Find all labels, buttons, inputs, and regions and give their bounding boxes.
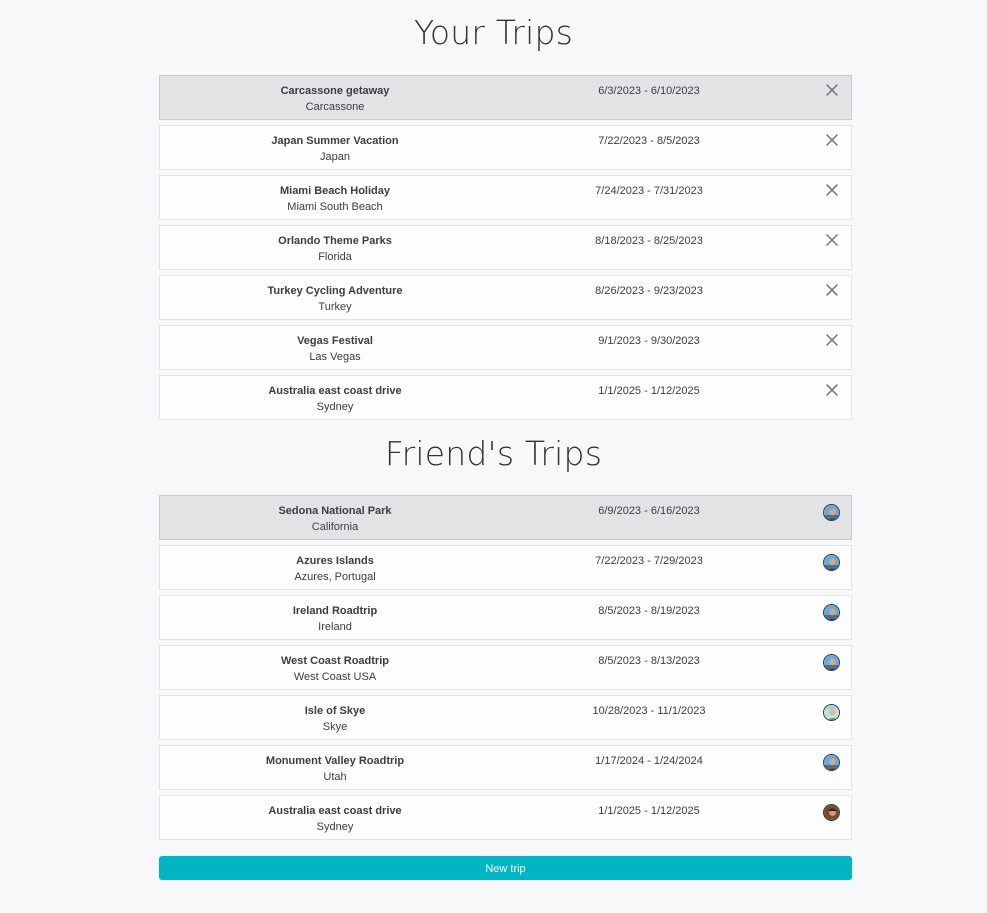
trip-name: Isle of Skye [304,705,366,717]
trip-destination: Sydney [316,401,354,413]
trip-destination: Miami South Beach [287,201,383,213]
trip-destination: Azures, Portugal [294,571,376,583]
trip-row[interactable]: Miami Beach Holiday Miami South Beach 7/24… [159,175,852,220]
close-icon[interactable] [824,82,840,98]
trip-destination: Carcassone [305,101,365,113]
trip-destination: Utah [323,771,347,783]
close-icon[interactable] [824,132,840,148]
friend-avatar-icon [823,804,840,821]
trip-row[interactable]: Isle of Skye Skye 10/28/2023 - 11/1/2023 [159,695,852,740]
trip-info: Turkey Cycling Adventure Turkey [160,283,510,315]
your-trips-title: Your Trips [413,13,574,52]
close-icon[interactable] [824,282,840,298]
trips-page: Your Trips Carcassone getaway Carcassone 6… [0,0,987,913]
new-trip-button[interactable]: New trip [159,856,852,880]
trip-dates: 8/26/2023 - 9/23/2023 [595,285,703,297]
trip-dates: 8/18/2023 - 8/25/2023 [595,235,703,247]
trip-row[interactable]: Japan Summer Vacation Japan 7/22/2023 - 8/… [159,125,852,170]
trip-info: Miami Beach Holiday Miami South Beach [160,183,510,215]
friend-avatar-icon [823,554,840,571]
trip-name: Turkey Cycling Adventure [267,285,403,297]
trip-dates: 7/22/2023 - 7/29/2023 [595,555,703,567]
trip-row[interactable]: Ireland Roadtrip Ireland 8/5/2023 - 8/19/2… [159,595,852,640]
trip-dates: 8/5/2023 - 8/19/2023 [598,605,700,617]
trip-dates: 6/9/2023 - 6/16/2023 [598,505,700,517]
trip-dates: 7/22/2023 - 8/5/2023 [598,135,700,147]
trip-name: Azures Islands [296,555,374,567]
trip-name: Sedona National Park [278,505,392,517]
trip-info: Orlando Theme Parks Florida [160,233,510,265]
trip-info: Azures Islands Azures, Portugal [160,553,510,585]
friends-trips-list: Sedona National Park California 6/9/2023 -… [159,495,852,845]
trip-info: Ireland Roadtrip Ireland [160,603,510,635]
trip-info: Australia east coast drive Sydney [160,383,510,415]
trip-destination: Florida [318,251,352,263]
trip-info: Australia east coast drive Sydney [160,803,510,835]
trip-info: Isle of Skye Skye [160,703,510,735]
trip-name: Monument Valley Roadtrip [265,755,405,767]
trip-row[interactable]: Turkey Cycling Adventure Turkey 8/26/2023 … [159,275,852,320]
trip-destination: Las Vegas [309,351,361,363]
trip-dates: 8/5/2023 - 8/13/2023 [598,655,700,667]
trip-name: Japan Summer Vacation [271,135,399,147]
trip-destination: California [311,521,359,533]
friend-avatar-icon [823,754,840,771]
trip-name: Orlando Theme Parks [278,235,392,247]
trip-name: Vegas Festival [297,335,373,347]
trip-info: Japan Summer Vacation Japan [160,133,510,165]
trip-dates: 9/1/2023 - 9/30/2023 [598,335,700,347]
trip-row[interactable]: Azures Islands Azures, Portugal 7/22/2023 … [159,545,852,590]
trip-destination: Japan [320,151,350,163]
trip-info: Carcassone getaway Carcassone [160,83,510,115]
close-icon[interactable] [824,232,840,248]
friend-avatar-icon [823,604,840,621]
trip-destination: Ireland [318,621,352,633]
trip-destination: Sydney [316,821,354,833]
friend-avatar-icon [823,704,840,721]
trip-name: Ireland Roadtrip [292,605,378,617]
trip-name: Australia east coast drive [268,385,402,397]
friend-avatar-icon [823,504,840,521]
trip-dates: 1/1/2025 - 1/12/2025 [598,385,700,397]
trip-row[interactable]: Vegas Festival Las Vegas 9/1/2023 - 9/30/2… [159,325,852,370]
friends-trips-title: Friend's Trips [384,434,603,473]
trip-destination: West Coast USA [293,671,377,683]
trip-name: Miami Beach Holiday [279,185,391,197]
trip-row[interactable]: Orlando Theme Parks Florida 8/18/2023 - 8/… [159,225,852,270]
trip-row[interactable]: Sedona National Park California 6/9/2023 -… [159,495,852,540]
trip-row[interactable]: Australia east coast drive Sydney 1/1/2025… [159,795,852,840]
close-icon[interactable] [824,182,840,198]
trip-info: Monument Valley Roadtrip Utah [160,753,510,785]
trip-dates: 1/17/2024 - 1/24/2024 [595,755,703,767]
close-icon[interactable] [824,382,840,398]
trip-row[interactable]: Carcassone getaway Carcassone 6/3/2023 - 6… [159,75,852,120]
close-icon[interactable] [824,332,840,348]
trip-dates: 1/1/2025 - 1/12/2025 [598,805,700,817]
trip-info: Sedona National Park California [160,503,510,535]
trip-name: Carcassone getaway [280,85,390,97]
trip-name: Australia east coast drive [268,805,402,817]
your-trips-list: Carcassone getaway Carcassone 6/3/2023 - 6… [159,75,852,425]
trip-dates: 7/24/2023 - 7/31/2023 [595,185,703,197]
trip-destination: Turkey [318,301,352,313]
trip-info: Vegas Festival Las Vegas [160,333,510,365]
trip-dates: 10/28/2023 - 11/1/2023 [592,705,706,717]
trip-row[interactable]: Monument Valley Roadtrip Utah 1/17/2024 - … [159,745,852,790]
trip-destination: Skye [322,721,348,733]
trip-row[interactable]: Australia east coast drive Sydney 1/1/2025… [159,375,852,420]
trip-row[interactable]: West Coast Roadtrip West Coast USA 8/5/202… [159,645,852,690]
friend-avatar-icon [823,654,840,671]
trip-dates: 6/3/2023 - 6/10/2023 [598,85,700,97]
trip-name: West Coast Roadtrip [281,655,389,667]
trip-info: West Coast Roadtrip West Coast USA [160,653,510,685]
